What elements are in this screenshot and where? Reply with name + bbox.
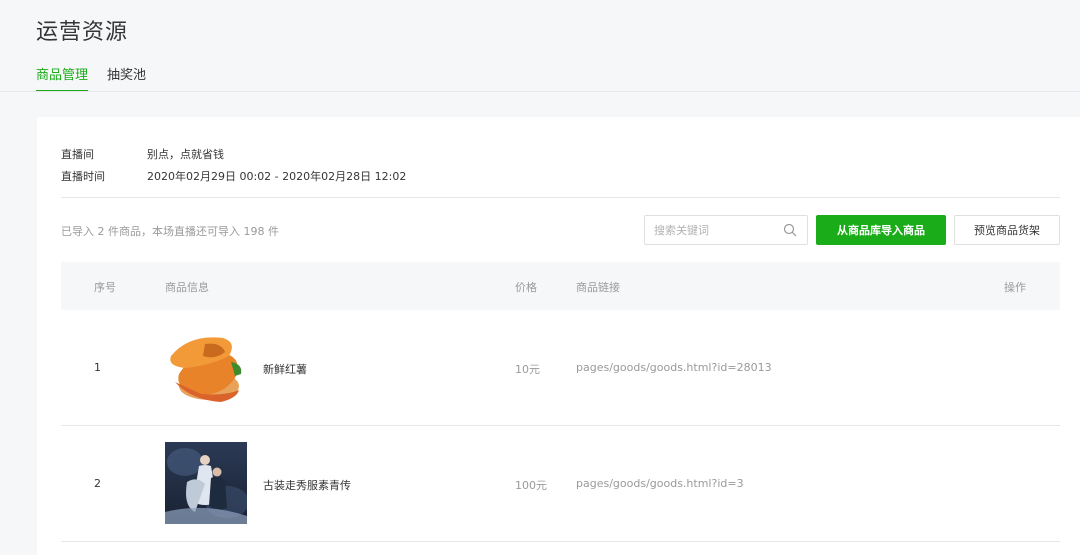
sweet-potato-image (165, 326, 247, 408)
table-row: 2 古装走秀服素青传 100元 pages/goods/goods.html?i… (61, 426, 1060, 542)
search-box (644, 215, 808, 245)
page-header: 运营资源 商品管理 抽奖池 (0, 0, 1080, 92)
header-price: 价格 (515, 281, 537, 294)
room-label: 直播间 (61, 148, 94, 161)
goods-price: 10元 (515, 363, 540, 376)
room-value: 别点，点就省钱 (147, 148, 224, 161)
divider (61, 197, 1060, 198)
goods-table: 序号 商品信息 价格 商品链接 操作 1 新鲜红薯 10元 pages/good… (61, 262, 1060, 542)
import-from-library-button[interactable]: 从商品库导入商品 (816, 215, 946, 245)
header-no: 序号 (94, 281, 116, 294)
header-link: 商品链接 (576, 281, 620, 294)
preview-shelf-button[interactable]: 预览商品货架 (954, 215, 1060, 245)
page-title: 运营资源 (36, 20, 129, 45)
goods-link[interactable]: pages/goods/goods.html?id=28013 (576, 361, 772, 374)
import-summary: 已导入 2 件商品，本场直播还可导入 198 件 (61, 225, 279, 238)
table-row: 1 新鲜红薯 10元 pages/goods/goods.html?id=280… (61, 310, 1060, 426)
row-no: 1 (94, 361, 101, 374)
goods-name: 新鲜红薯 (263, 363, 307, 376)
time-value: 2020年02月29日 00:02 - 2020年02月28日 12:02 (147, 170, 407, 183)
info-row-time: 直播时间 2020年02月29日 00:02 - 2020年02月28日 12:… (61, 165, 406, 187)
tabs-divider (0, 91, 1080, 92)
table-header: 序号 商品信息 价格 商品链接 操作 (61, 262, 1060, 310)
info-row-room: 直播间 别点，点就省钱 (61, 143, 406, 165)
costume-photo-image (165, 442, 247, 524)
tab-lottery-pool[interactable]: 抽奖池 (107, 64, 146, 92)
content-card: 直播间 别点，点就省钱 直播时间 2020年02月29日 00:02 - 202… (37, 117, 1080, 555)
goods-price: 100元 (515, 479, 547, 492)
goods-name: 古装走秀服素青传 (263, 479, 351, 492)
time-label: 直播时间 (61, 170, 105, 183)
row-no: 2 (94, 477, 101, 490)
live-info: 直播间 别点，点就省钱 直播时间 2020年02月29日 00:02 - 202… (61, 143, 406, 187)
tab-bar: 商品管理 抽奖池 (36, 64, 165, 92)
header-op: 操作 (1004, 281, 1026, 294)
search-input[interactable] (645, 216, 775, 244)
search-icon[interactable] (783, 223, 797, 237)
header-info: 商品信息 (165, 281, 209, 294)
tab-goods-management[interactable]: 商品管理 (36, 64, 89, 92)
goods-link[interactable]: pages/goods/goods.html?id=3 (576, 477, 744, 490)
